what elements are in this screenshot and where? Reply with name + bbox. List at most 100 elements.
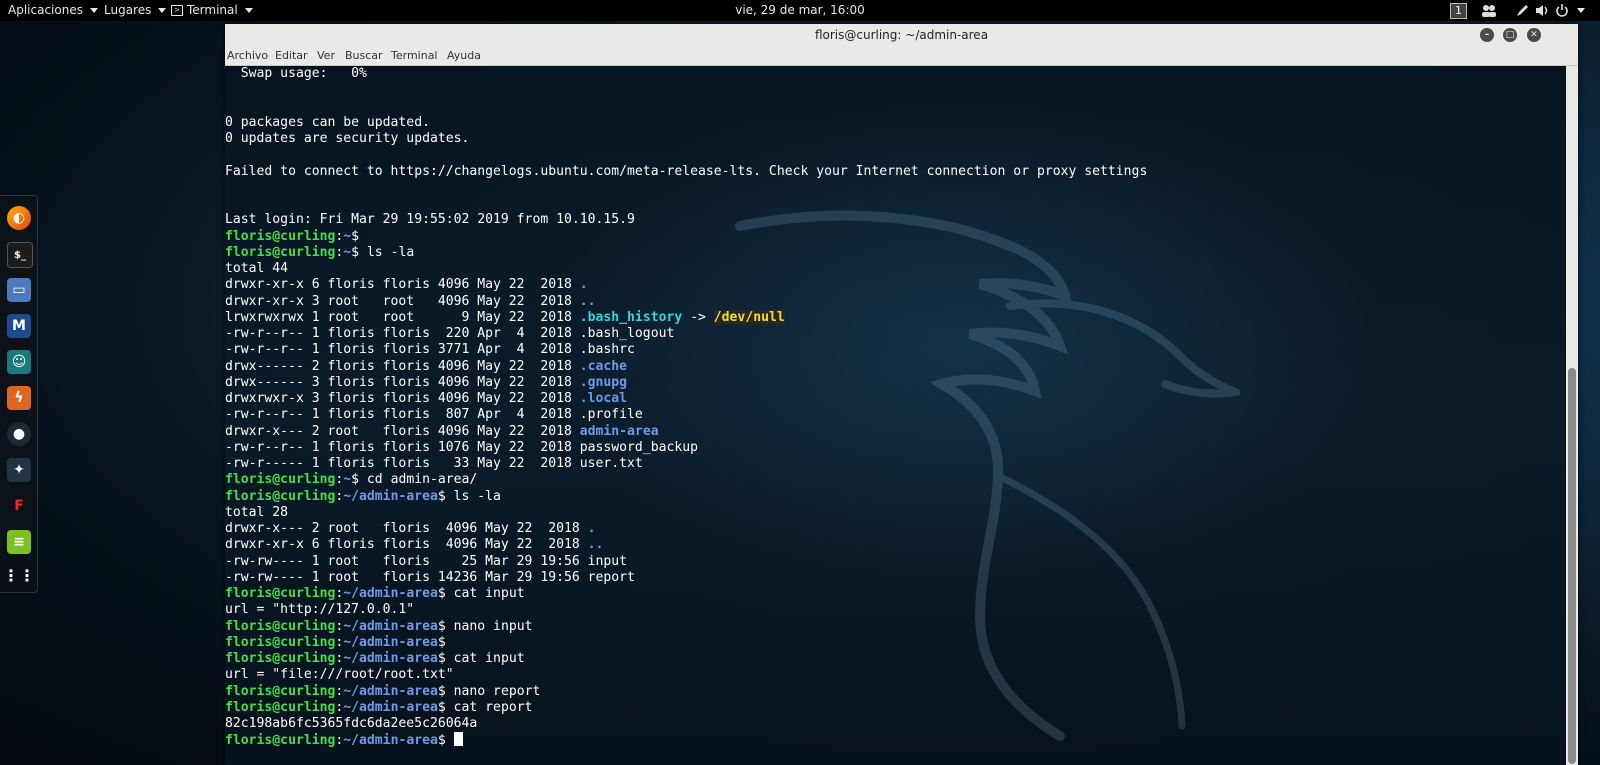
terminal-line: drwxr-x--- 2 root floris 4096 May 22 201… bbox=[225, 521, 1147, 537]
terminal-segment: drwxr-x--- 2 root floris 4096 May 22 201… bbox=[225, 521, 588, 536]
terminal-segment: .cache bbox=[579, 358, 628, 374]
menu-ver[interactable]: Ver bbox=[317, 49, 335, 62]
terminal-line: floris@curling:~/admin-area$ bbox=[225, 732, 1147, 748]
terminal-line: drwx------ 3 floris floris 4096 May 22 2… bbox=[225, 375, 1147, 391]
terminal-segment: drwx------ 3 floris floris 4096 May 22 2… bbox=[225, 374, 580, 390]
terminal-segment: url = "file:///root/root.txt" bbox=[225, 667, 454, 683]
terminal-segment: floris@curling bbox=[225, 733, 336, 749]
terminal-line: -rw-r--r-- 1 floris floris 807 Apr 4 201… bbox=[225, 407, 1147, 423]
terminal-line: -rw-rw---- 1 root floris 14236 Mar 29 19… bbox=[225, 570, 1147, 586]
armitage-icon[interactable]: ☺ bbox=[7, 350, 31, 374]
power-icon[interactable] bbox=[1554, 3, 1570, 18]
terminal-segment: $ bbox=[437, 634, 446, 650]
workspace-indicator[interactable]: 1 bbox=[1450, 3, 1467, 19]
terminal-line: total 44 bbox=[225, 261, 1147, 277]
terminal-segment: -rw-rw---- 1 root floris 14236 Mar 29 19… bbox=[225, 569, 635, 585]
burpsuite-icon[interactable]: ϟ bbox=[7, 386, 31, 410]
terminal-segment: floris@curling bbox=[225, 683, 336, 699]
dock: ◐ $_ ▭ M ☺ ϟ ● ✦ F ≡ ⋮⋮ bbox=[0, 195, 38, 593]
applications-label: Aplicaciones bbox=[8, 3, 83, 17]
firefox-icon[interactable]: ◐ bbox=[7, 206, 31, 230]
terminal-segment: $ cd admin-area/ bbox=[351, 472, 478, 488]
terminal-segment: admin-area bbox=[579, 423, 659, 439]
people-icon[interactable] bbox=[1481, 3, 1497, 18]
terminal-segment: ~/admin-area bbox=[343, 634, 438, 650]
terminal-line: Last login: Fri Mar 29 19:55:02 2019 fro… bbox=[225, 212, 1147, 228]
terminal-line: 82c198ab6fc5365fdc6da2ee5c26064a bbox=[225, 716, 1147, 732]
terminal-segment: $ cat input bbox=[437, 586, 525, 601]
show-apps-icon[interactable]: ⋮⋮ bbox=[3, 563, 35, 587]
terminal-line: floris@curling:~/admin-area$ nano input bbox=[225, 619, 1147, 635]
scrollbar-thumb[interactable] bbox=[1568, 368, 1576, 764]
metasploit-icon[interactable]: M bbox=[7, 314, 31, 338]
terminal-segment: .. bbox=[579, 293, 596, 309]
close-button[interactable]: ✕ bbox=[1527, 28, 1541, 42]
beef-icon[interactable]: ✦ bbox=[7, 458, 31, 482]
chevron-down-icon bbox=[158, 8, 167, 13]
volume-icon[interactable] bbox=[1534, 3, 1550, 18]
terminal-line: -rw-r----- 1 floris floris 33 May 22 201… bbox=[225, 456, 1147, 472]
terminal-scrollbar[interactable] bbox=[1566, 66, 1578, 765]
terminal-line: url = "http://127.0.0.1" bbox=[225, 602, 1147, 618]
menu-terminal[interactable]: Terminal bbox=[391, 49, 438, 62]
terminal-segment: . bbox=[579, 277, 588, 293]
terminal-line: floris@curling:~/admin-area$ bbox=[225, 635, 1147, 651]
terminal-window: floris@curling: ~/admin-area – □ ✕ Archi… bbox=[225, 24, 1578, 765]
terminal-segment: drwxr-xr-x 6 floris floris 4096 May 22 2… bbox=[225, 277, 580, 293]
minimize-button[interactable]: – bbox=[1480, 28, 1494, 42]
terminal-segment: ~/admin-area bbox=[343, 586, 438, 601]
terminal-app-menu[interactable]: > Terminal bbox=[171, 0, 253, 21]
terminal-line: floris@curling:~$ cd admin-area/ bbox=[225, 472, 1147, 488]
chevron-down-icon[interactable] bbox=[1577, 8, 1585, 13]
terminal-segment: drwxr-x--- 2 root floris 4096 May 22 201… bbox=[225, 423, 580, 439]
terminal-segment: drwxr-xr-x 6 floris floris 4096 May 22 2… bbox=[225, 537, 588, 553]
menu-bar: Archivo Editar Ver Buscar Terminal Ayuda bbox=[225, 47, 1578, 66]
terminal-line: drwxr-xr-x 3 root root 4096 May 22 2018 … bbox=[225, 294, 1147, 310]
terminal-segment: floris@curling bbox=[225, 244, 336, 260]
menu-archivo[interactable]: Archivo bbox=[227, 49, 268, 62]
terminal-line: floris@curling:~$ ls -la bbox=[225, 245, 1147, 261]
terminal-line: url = "file:///root/root.txt" bbox=[225, 667, 1147, 683]
chevron-down-icon bbox=[244, 8, 253, 13]
terminal-icon: > bbox=[171, 5, 183, 16]
menu-editar[interactable]: Editar bbox=[275, 49, 308, 62]
terminal-segment: $ nano input bbox=[437, 618, 533, 634]
terminal-line: drwxr-x--- 2 root floris 4096 May 22 201… bbox=[225, 424, 1147, 440]
terminal-segment: total 44 bbox=[225, 261, 289, 276]
window-titlebar[interactable]: floris@curling: ~/admin-area – □ ✕ bbox=[225, 24, 1578, 47]
terminal-line: floris@curling:~/admin-area$ cat report bbox=[225, 700, 1147, 716]
terminal-output[interactable]: Swap usage: 0% 0 packages can be updated.… bbox=[225, 66, 1565, 765]
window-title: floris@curling: ~/admin-area bbox=[814, 28, 989, 42]
terminal-icon[interactable]: $_ bbox=[7, 242, 33, 268]
maximize-button[interactable]: □ bbox=[1503, 28, 1517, 42]
menu-buscar[interactable]: Buscar bbox=[345, 49, 383, 62]
terminal-segment: ~/admin-area bbox=[343, 651, 438, 666]
files-icon[interactable]: ▭ bbox=[7, 278, 31, 302]
pen-icon[interactable] bbox=[1515, 3, 1531, 18]
maltego-icon[interactable]: ● bbox=[7, 422, 31, 446]
terminal-line: floris@curling:~/admin-area$ cat input bbox=[225, 651, 1147, 667]
applications-menu[interactable]: Aplicaciones bbox=[8, 0, 98, 21]
places-menu[interactable]: Lugares bbox=[104, 0, 167, 21]
menu-ayuda[interactable]: Ayuda bbox=[447, 49, 481, 62]
terminal-segment: ~ bbox=[343, 472, 352, 488]
terminal-segment: /dev/null bbox=[713, 309, 785, 325]
terminal-segment: floris@curling bbox=[225, 618, 336, 634]
terminal-segment: floris@curling bbox=[225, 651, 336, 666]
terminal-line: floris@curling:~/admin-area$ ls -la bbox=[225, 489, 1147, 505]
terminal-segment: Last login: Fri Mar 29 19:55:02 2019 fro… bbox=[225, 212, 635, 228]
terminal-segment: ~/admin-area bbox=[343, 488, 438, 504]
terminal-line: -rw-r--r-- 1 floris floris 1076 May 22 2… bbox=[225, 440, 1147, 456]
terminal-line: Swap usage: 0% bbox=[225, 66, 1147, 82]
terminal-segment: -> bbox=[682, 309, 714, 325]
terminal-segment: floris@curling bbox=[225, 488, 336, 504]
leafpad-icon[interactable]: ≡ bbox=[7, 530, 31, 554]
terminal-segment: ~/admin-area bbox=[343, 699, 438, 715]
terminal-segment: $ cat input bbox=[437, 651, 525, 666]
terminal-segment: -rw-r--r-- 1 floris floris 1076 May 22 2… bbox=[225, 439, 698, 455]
terminal-segment: -rw-r--r-- 1 floris floris 807 Apr 4 201… bbox=[225, 407, 643, 423]
faraday-icon[interactable]: F bbox=[7, 494, 31, 518]
